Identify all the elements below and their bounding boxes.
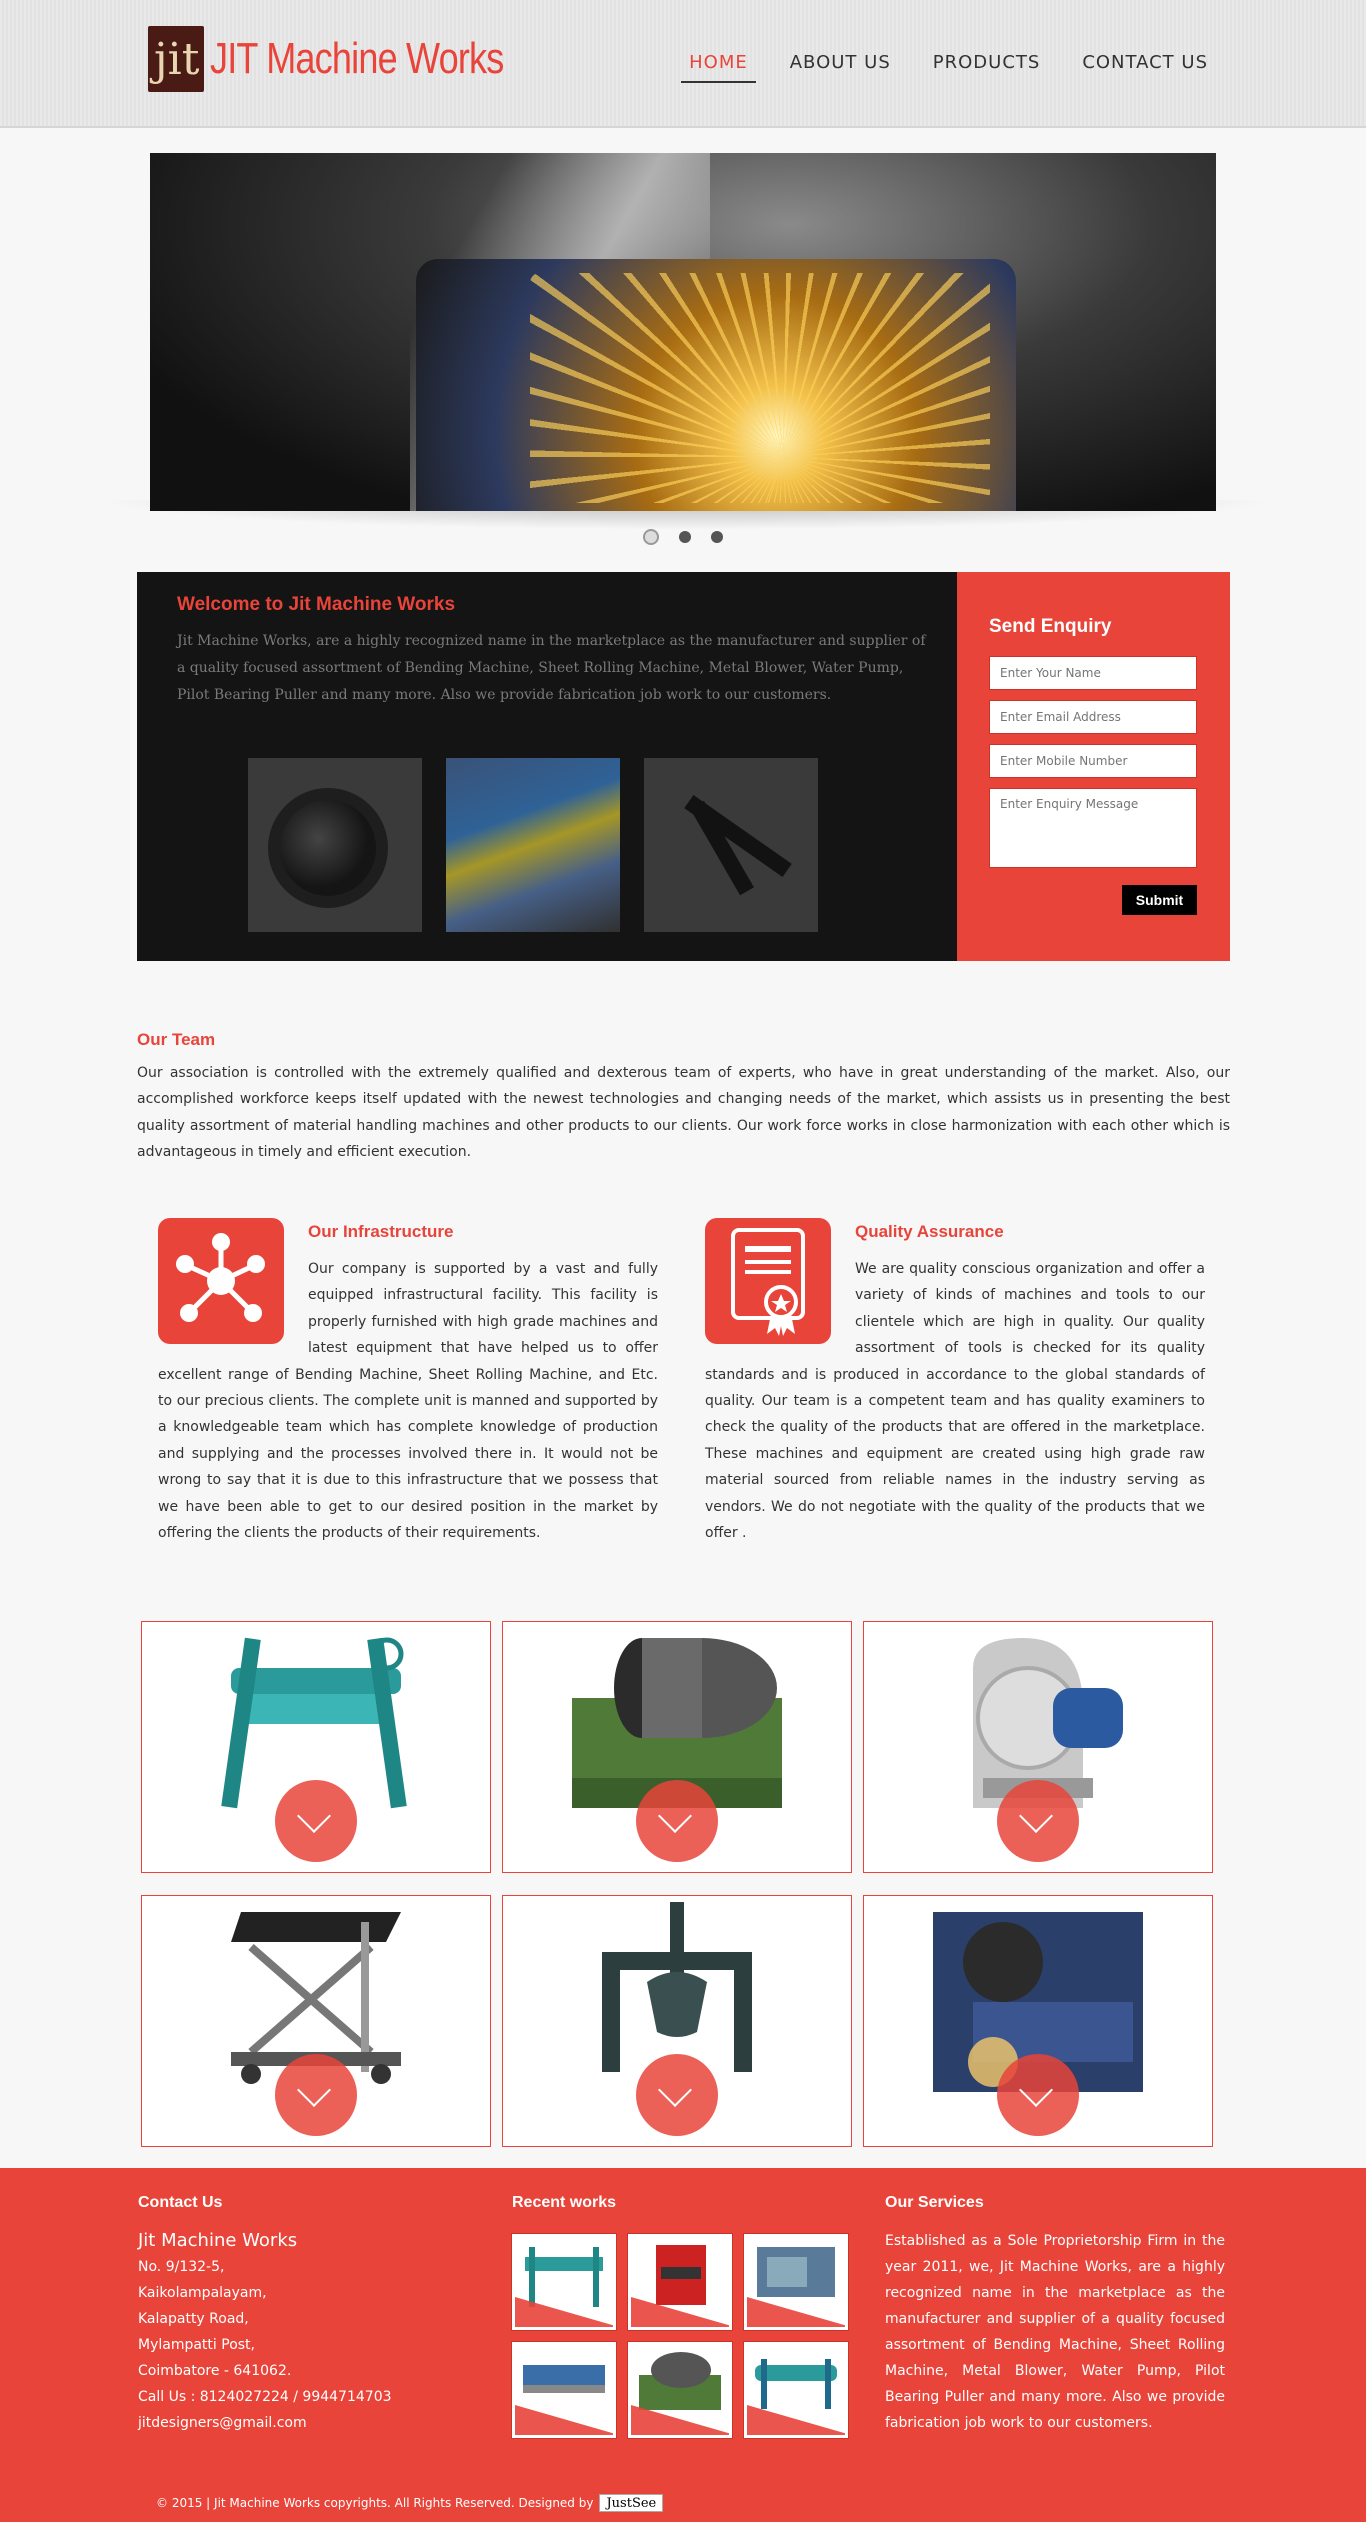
recent-work-thumb[interactable] <box>512 2342 616 2438</box>
team-text: Our association is controlled with the e… <box>137 1065 1230 1161</box>
enquiry-form: Send Enquiry Submit <box>957 572 1230 961</box>
designer-logo[interactable]: JustSee <box>599 2494 664 2512</box>
nav-products[interactable]: PRODUCTS <box>925 48 1049 83</box>
product-card[interactable] <box>502 1895 852 2147</box>
enquiry-message-input[interactable] <box>989 788 1197 868</box>
recent-work-thumb[interactable] <box>744 2234 848 2330</box>
footer-contact: Jit Machine Works No. 9/132-5, Kaikolamp… <box>138 2228 392 2436</box>
footer-contact-title: Contact Us <box>138 2194 223 2211</box>
product-card[interactable] <box>863 1895 1213 2147</box>
product-card[interactable] <box>863 1621 1213 1873</box>
product-grid <box>141 1621 1213 2147</box>
thumb-bending-machine[interactable] <box>446 758 620 932</box>
address-line: Kalapatty Road, <box>138 2311 249 2327</box>
enquiry-submit-button[interactable]: Submit <box>1122 885 1197 915</box>
nav-home[interactable]: HOME <box>681 48 756 83</box>
welcome-title: Welcome to Jit Machine Works <box>177 594 456 615</box>
bending-shape <box>446 758 620 932</box>
product-card[interactable] <box>141 1621 491 1873</box>
enquiry-email-input[interactable] <box>989 700 1197 734</box>
logo-mark-text: jit <box>154 34 200 85</box>
footer-company: Jit Machine Works <box>138 2230 298 2251</box>
quality-feature: Quality Assurance We are quality conscio… <box>705 1218 1205 1546</box>
welcome-thumbnails <box>248 758 818 932</box>
product-view-button[interactable] <box>636 1780 718 1862</box>
logo-mark: jit <box>148 26 204 92</box>
slider-dots <box>643 529 723 545</box>
site-header: jit JIT Machine Works HOME ABOUT US PROD… <box>0 0 1366 128</box>
product-view-button[interactable] <box>275 2054 357 2136</box>
main-nav: HOME ABOUT US PRODUCTS CONTACT US <box>655 48 1216 83</box>
address-line: Mylampatti Post, <box>138 2337 255 2353</box>
product-view-button[interactable] <box>997 2054 1079 2136</box>
enquiry-name-input[interactable] <box>989 656 1197 690</box>
slider-sparks <box>530 273 990 503</box>
address-line: Coimbatore - 641062. <box>138 2363 292 2379</box>
enquiry-title: Send Enquiry <box>989 616 1112 637</box>
product-view-button[interactable] <box>636 2054 718 2136</box>
slider-dot-3[interactable] <box>711 531 723 543</box>
footer-phone: Call Us : 8124027224 / 9944714703 <box>138 2389 392 2405</box>
address-line: No. 9/132-5, <box>138 2259 225 2275</box>
footer-services-title: Our Services <box>885 2194 984 2211</box>
hero-slider <box>150 153 1216 511</box>
product-card[interactable] <box>141 1895 491 2147</box>
slider-dot-2[interactable] <box>679 531 691 543</box>
product-view-button[interactable] <box>997 1780 1079 1862</box>
product-view-button[interactable] <box>275 1780 357 1862</box>
thumb-metal-blower[interactable] <box>248 758 422 932</box>
recent-work-thumb[interactable] <box>744 2342 848 2438</box>
address-line: Kaikolampalayam, <box>138 2285 267 2301</box>
welcome-section: Welcome to Jit Machine Works Jit Machine… <box>137 572 957 961</box>
enquiry-mobile-input[interactable] <box>989 744 1197 778</box>
recent-work-thumb[interactable] <box>512 2234 616 2330</box>
thumb-bearing-puller[interactable] <box>644 758 818 932</box>
blower-shape <box>268 788 388 908</box>
nav-about-us[interactable]: ABOUT US <box>782 48 899 83</box>
welcome-text: Jit Machine Works, are a highly recogniz… <box>177 633 926 703</box>
team-title: Our Team <box>137 1030 216 1049</box>
recent-work-thumb[interactable] <box>628 2342 732 2438</box>
footer-copyright: © 2015 | Jit Machine Works copyrights. A… <box>156 2494 664 2512</box>
site-logo[interactable]: jit JIT Machine Works <box>148 26 568 92</box>
footer-services-text: Established as a Sole Proprietorship Fir… <box>885 2233 1225 2431</box>
nav-contact-us[interactable]: CONTACT US <box>1074 48 1216 83</box>
footer-email[interactable]: jitdesigners@gmail.com <box>138 2410 392 2436</box>
copyright-text: © 2015 | Jit Machine Works copyrights. A… <box>156 2496 594 2510</box>
recent-work-thumb[interactable] <box>628 2234 732 2330</box>
product-card[interactable] <box>502 1621 852 1873</box>
logo-text: JIT Machine Works <box>210 34 504 83</box>
network-icon <box>158 1218 284 1344</box>
site-footer: Contact Us Jit Machine Works No. 9/132-5… <box>0 2168 1366 2522</box>
footer-recent-title: Recent works <box>512 2194 617 2211</box>
recent-works-gallery <box>512 2234 848 2438</box>
slider-dot-1[interactable] <box>643 529 659 545</box>
infrastructure-feature: Our Infrastructure Our company is suppor… <box>158 1218 658 1546</box>
certificate-icon <box>705 1218 831 1344</box>
